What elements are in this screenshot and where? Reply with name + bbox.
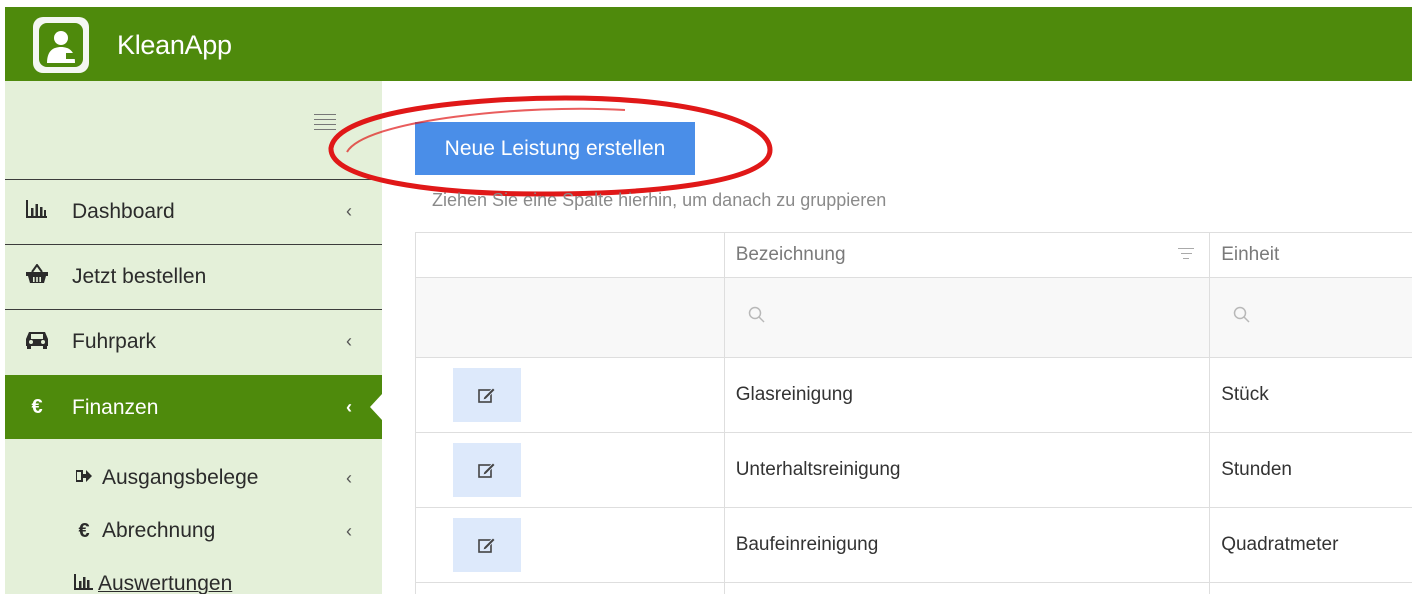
search-icon [1233,306,1251,329]
chevron-left-icon: ‹ [346,201,352,221]
bar-chart-icon [72,573,96,594]
cell-einheit [1210,583,1412,594]
cell-bezeichnung: Glasreinigung [725,358,1211,432]
services-grid: Bezeichnung Einheit Glasreinigung Stück … [415,232,1412,594]
euro-icon: € [31,396,43,418]
table-row: Baufeinreinigung Quadratmeter [416,508,1412,583]
actions-cell [416,508,725,582]
sidebar-subitem-label: Ausgangsbelege [102,466,259,489]
table-row: Glasreinigung Stück [416,358,1412,433]
chevron-left-icon: ‹ [346,397,352,417]
chevron-left-icon: ‹ [346,331,352,351]
user-clean-icon [39,23,83,67]
sidebar-subitem-label: Abrechnung [102,519,216,542]
hamburger-icon[interactable] [314,114,336,136]
euro-icon: € [78,519,90,542]
grid-header-row: Bezeichnung Einheit [416,233,1412,278]
edit-button[interactable] [453,368,521,422]
sidebar-item-jetzt-bestellen[interactable]: Jetzt bestellen [5,244,382,308]
sign-out-icon [72,469,96,488]
sidebar: Dashboard ‹ Jetzt bestellen Fuhrpark ‹ €… [5,81,382,594]
filter-input-einheit[interactable] [1210,278,1412,357]
cell-bezeichnung: Baufeinreinigung [725,508,1211,582]
table-row-partial [416,583,1412,594]
bar-chart-icon [24,199,50,224]
sidebar-subitem-abrechnung[interactable]: € Abrechnung ‹ [5,506,382,556]
app-window: KleanApp Dashboard ‹ Jetzt bestellen Fuh… [0,0,1412,594]
app-logo[interactable] [33,17,89,73]
filter-input-bezeichnung[interactable] [725,278,1211,357]
sidebar-item-label: Finanzen [72,395,159,419]
grid-filter-row [416,278,1412,358]
actions-cell [416,433,725,507]
car-icon [24,329,50,355]
sidebar-subitem-auswertungen[interactable]: Auswertungen [5,559,382,594]
top-bar: KleanApp [5,7,1412,81]
actions-cell [416,583,725,594]
sidebar-item-dashboard[interactable]: Dashboard ‹ [5,179,382,243]
chevron-left-icon: ‹ [346,520,352,541]
column-header-bezeichnung[interactable]: Bezeichnung [725,233,1211,277]
edit-button[interactable] [453,443,521,497]
sidebar-item-label: Fuhrpark [72,329,157,353]
edit-icon [478,387,496,403]
basket-icon [24,262,50,290]
cell-einheit: Stunden [1221,459,1292,480]
filter-cell-empty [416,278,725,357]
active-indicator [370,394,382,420]
column-header-label: Bezeichnung [735,244,846,265]
sidebar-item-finanzen[interactable]: € Finanzen ‹ [5,375,382,439]
cell-einheit: Quadratmeter [1221,534,1339,555]
column-header-einheit[interactable]: Einheit [1210,233,1412,277]
column-header-actions [416,233,725,277]
column-header-label: Einheit [1221,244,1280,265]
sidebar-item-label: Jetzt bestellen [72,264,207,288]
group-panel-hint[interactable]: Ziehen Sie eine Spalte hierhin, um danac… [432,190,886,211]
chevron-left-icon: ‹ [346,467,352,488]
sidebar-item-fuhrpark[interactable]: Fuhrpark ‹ [5,309,382,373]
edit-button[interactable] [453,518,521,572]
sidebar-subitem-label: Auswertungen [98,572,233,594]
app-title: KleanApp [117,30,232,60]
search-icon [748,306,766,329]
cell-einheit: Stück [1221,384,1269,405]
sidebar-subitem-ausgangsbelege[interactable]: Ausgangsbelege ‹ [5,453,382,503]
cell-bezeichnung: Unterhaltsreinigung [725,433,1211,507]
actions-cell [416,358,725,432]
sidebar-item-label: Dashboard [72,199,175,223]
edit-icon [478,537,496,553]
filter-icon[interactable] [1177,248,1195,263]
edit-icon [478,462,496,478]
cell-bezeichnung [725,583,1211,594]
table-row: Unterhaltsreinigung Stunden [416,433,1412,508]
new-service-button[interactable]: Neue Leistung erstellen [415,122,695,175]
